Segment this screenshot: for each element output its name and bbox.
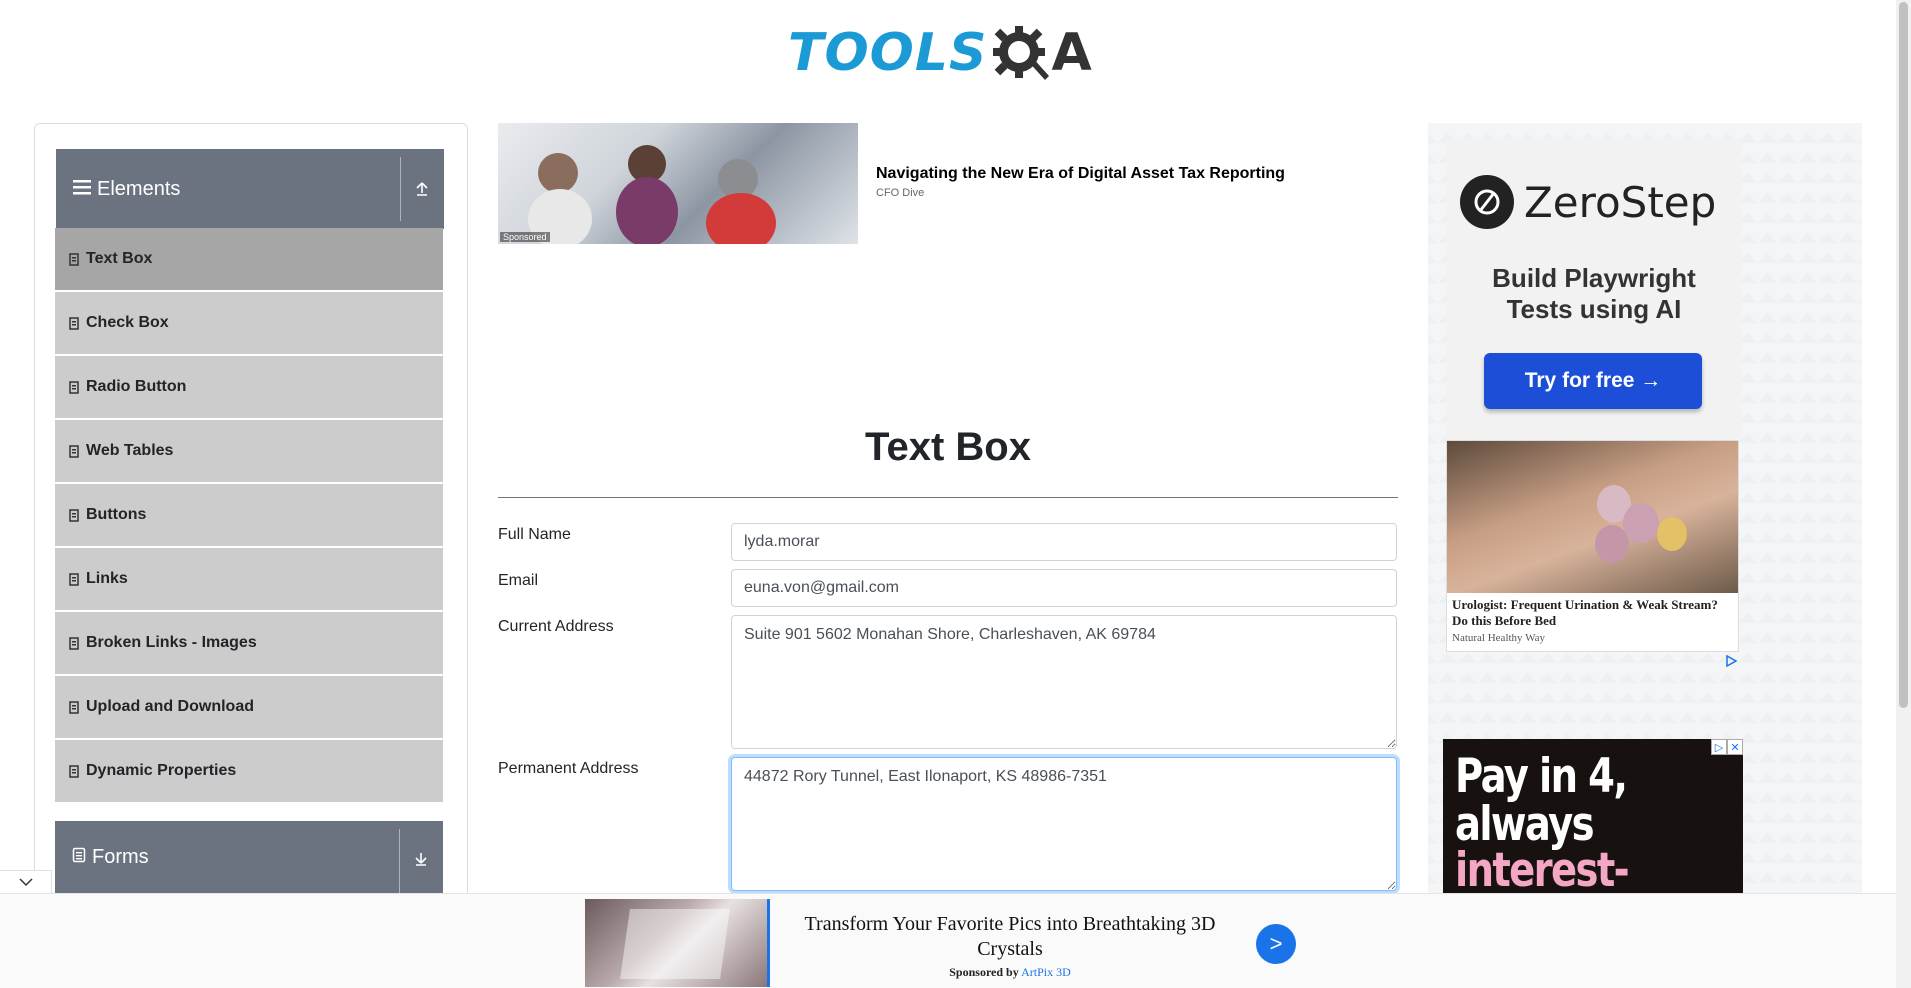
collapse-up-icon[interactable] [408,175,436,203]
page: TOOLS A Elements Text Box Check Box Radi… [0,0,1911,988]
bottom-sticky-ad[interactable]: Transform Your Favorite Pics into Breath… [0,893,1896,988]
email-input[interactable] [731,569,1397,607]
sidebar-item-upload-download[interactable]: Upload and Download [55,676,443,738]
zerostep-headline: Build Playwright Tests using AI [1446,263,1742,325]
collapse-panel-button[interactable] [0,870,52,894]
elements-menu: Text Box Check Box Radio Button Web Tabl… [55,228,443,804]
klarna-ad[interactable]: ▷ ✕ Pay in 4, always interest-free [1443,739,1743,894]
sponsor-link[interactable]: ArtPix 3D [1021,965,1071,979]
sponsored-tag: Sponsored [500,232,550,242]
zerostep-headline-line-1: Build Playwright [1492,263,1696,293]
page-scrollbar[interactable] [1896,0,1911,988]
bottom-ad-sponsor: Sponsored by ArtPix 3D [790,965,1230,980]
page-title: Text Box [865,425,1031,469]
permanent-address-label: Permanent Address [498,760,639,777]
close-icon[interactable]: ✕ [1727,739,1743,755]
bottom-ad-go-button[interactable]: > [1256,924,1296,964]
onion-ad-title: Urologist: Frequent Urination & Weak Str… [1452,597,1718,628]
gear-icon [993,26,1050,80]
scroll-thumb[interactable] [1899,2,1908,708]
item-icon [69,764,79,778]
crystal-photo-image [585,899,768,987]
item-icon [69,252,79,266]
onion-hand-image [1447,441,1738,593]
zerostep-brand: ZeroStep [1524,177,1717,227]
sidebar-item-label: Text Box [86,250,153,267]
elements-group-label: Elements [97,177,181,200]
current-address-textarea[interactable]: Suite 901 5602 Monahan Shore, Charleshav… [731,615,1397,749]
expand-down-icon[interactable] [407,845,435,873]
chevron-down-icon [18,878,33,887]
full-name-input[interactable] [731,523,1397,561]
forms-group-header[interactable]: Forms [55,821,443,893]
sidebar-item-dynamic-properties[interactable]: Dynamic Properties [55,740,443,802]
office-meeting-image: Sponsored [498,123,858,244]
onion-ad-source: Natural Healthy Way [1452,632,1545,644]
bottom-ad-headline: Transform Your Favorite Pics into Breath… [804,913,1216,960]
sidebar-item-check-box[interactable]: Check Box [55,292,443,354]
try-for-free-button[interactable]: Try for free → [1484,353,1702,409]
logo-suffix: A [1051,23,1092,83]
document-icon [72,846,86,869]
item-icon [69,380,79,394]
adchoices-icon[interactable]: ▷ [1711,739,1727,755]
klarna-line-2: always [1455,797,1595,852]
header-divider [400,157,401,221]
sidebar-item-links[interactable]: Links [55,548,443,610]
site-logo[interactable]: TOOLS A [788,16,1092,90]
sidebar-item-text-box[interactable]: Text Box [55,228,443,290]
sidebar-item-label: Broken Links - Images [86,634,257,651]
item-icon [69,444,79,458]
sponsored-card-image[interactable]: Sponsored [498,123,858,244]
full-name-label: Full Name [498,526,571,543]
ad-divider [767,899,770,987]
sidebar-item-label: Links [86,570,128,587]
klarna-line-1: Pay in 4, [1455,749,1628,804]
sidebar-item-label: Radio Button [86,378,187,395]
klarna-line-3: interest-free [1455,843,1630,894]
sidebar-item-label: Web Tables [86,442,174,459]
elements-group-header[interactable]: Elements [56,149,444,229]
sponsored-card-title[interactable]: Navigating the New Era of Digital Asset … [876,165,1285,183]
sidebar-item-buttons[interactable]: Buttons [55,484,443,546]
forms-group-label: Forms [92,845,149,868]
sidebar-item-radio-button[interactable]: Radio Button [55,356,443,418]
sidebar-item-label: Upload and Download [86,698,254,715]
sidebar-item-broken-links[interactable]: Broken Links - Images [55,612,443,674]
zerostep-ad[interactable]: ZeroStep Build Playwright Tests using AI… [1446,139,1742,439]
logo-text: TOOLS [788,23,988,83]
adchoices-icon[interactable] [1724,654,1738,668]
email-label: Email [498,572,539,589]
ad-close-controls: ▷ ✕ [1711,739,1743,755]
item-icon [69,508,79,522]
item-icon [69,636,79,650]
current-address-label: Current Address [498,618,614,635]
sidebar-item-label: Check Box [86,314,169,331]
sponsored-by-label: Sponsored by [949,965,1019,979]
sidebar-item-label: Buttons [86,506,147,523]
sidebar-item-web-tables[interactable]: Web Tables [55,420,443,482]
zerostep-headline-line-2: Tests using AI [1506,294,1682,324]
item-icon [69,316,79,330]
header-divider [399,829,400,893]
item-icon [69,700,79,714]
zerostep-mark-icon [1460,175,1514,229]
item-icon [69,572,79,586]
zerostep-logo: ZeroStep [1460,175,1716,229]
list-icon [73,178,91,201]
permanent-address-textarea[interactable]: 44872 Rory Tunnel, East Ilonaport, KS 48… [731,757,1397,891]
title-divider [498,497,1398,498]
sidebar-item-label: Dynamic Properties [86,762,237,779]
sponsored-card-source: CFO Dive [876,187,925,199]
onion-ad[interactable]: Urologist: Frequent Urination & Weak Str… [1446,440,1739,652]
